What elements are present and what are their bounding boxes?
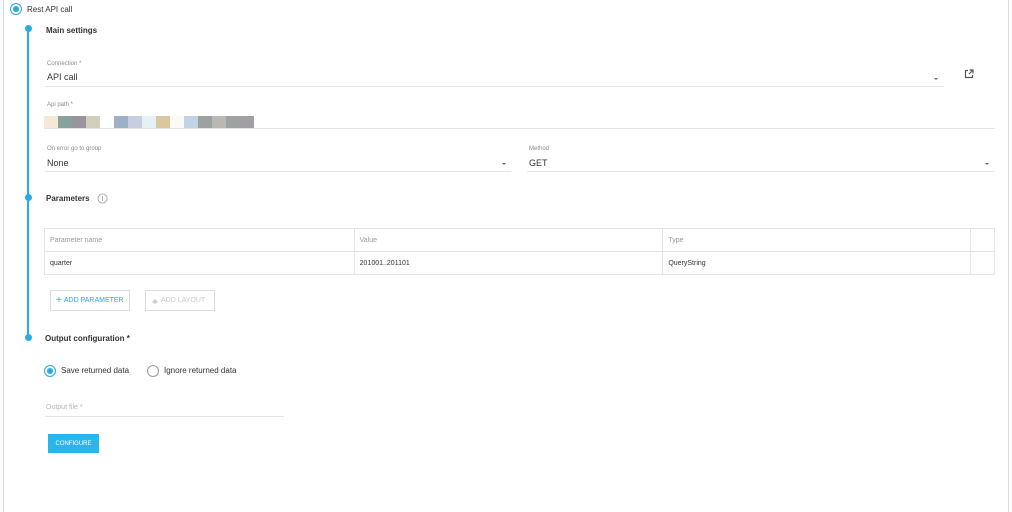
col-actions: [970, 228, 995, 252]
connection-underline: [45, 86, 943, 87]
add-layout-label: ADD LAYOUT: [161, 297, 206, 304]
external-link-icon[interactable]: [964, 69, 974, 79]
method-label: Method: [529, 146, 550, 152]
main-settings-heading: Main settings: [46, 26, 98, 35]
timeline-dot-output: [25, 334, 32, 341]
configure-button[interactable]: CONFIGURE: [48, 434, 99, 453]
timeline-dot-main: [25, 25, 32, 32]
method-select[interactable]: GET: [529, 158, 548, 168]
api-path-underline: [45, 128, 995, 129]
save-returned-data-radio[interactable]: [44, 365, 56, 377]
add-parameter-label: ADD PARAMETER: [63, 297, 124, 304]
chevron-down-icon[interactable]: [934, 78, 938, 80]
table-row[interactable]: quarter 201001..201101 QueryString: [44, 251, 995, 275]
chevron-down-icon[interactable]: [985, 163, 989, 165]
param-type-cell[interactable]: QueryString: [662, 251, 971, 275]
add-parameter-button[interactable]: + ADD PARAMETER: [50, 290, 130, 311]
save-returned-data-label[interactable]: Save returned data: [61, 366, 129, 375]
parameters-heading: Parameters: [46, 194, 90, 203]
col-type: Type: [662, 228, 971, 252]
timeline-dot-parameters: [25, 194, 32, 201]
ignore-returned-data-radio[interactable]: [147, 365, 159, 377]
param-value-cell[interactable]: 201001..201101: [353, 251, 664, 275]
param-name-cell[interactable]: quarter: [44, 251, 355, 275]
help-icon[interactable]: [97, 193, 108, 204]
ignore-returned-data-label[interactable]: Ignore returned data: [164, 366, 237, 375]
layout-icon: [152, 298, 158, 304]
output-file-underline: [45, 416, 284, 417]
rest-api-call-radio[interactable]: [10, 3, 22, 15]
table-header-row: Parameter name Value Type: [44, 228, 995, 252]
col-parameter-name: Parameter name: [44, 228, 355, 252]
api-path-label: Api path *: [47, 102, 74, 108]
on-error-label: On error go to group: [47, 146, 102, 152]
timeline-line: [27, 26, 29, 338]
param-actions-cell[interactable]: [970, 251, 995, 275]
parameters-table: Parameter name Value Type quarter 201001…: [44, 228, 995, 275]
plus-icon: +: [56, 294, 62, 306]
connection-select[interactable]: API call: [47, 72, 78, 82]
col-value: Value: [353, 228, 664, 252]
output-file-input[interactable]: Output file *: [46, 404, 83, 411]
method-underline: [527, 171, 994, 172]
output-config-heading: Output configuration *: [45, 334, 130, 343]
step-title: Rest API call: [27, 5, 73, 14]
connection-label: Connection *: [47, 61, 82, 67]
on-error-underline: [45, 171, 511, 172]
chevron-down-icon[interactable]: [502, 163, 506, 165]
on-error-select[interactable]: None: [47, 158, 69, 168]
add-layout-button[interactable]: ADD LAYOUT: [145, 290, 215, 311]
